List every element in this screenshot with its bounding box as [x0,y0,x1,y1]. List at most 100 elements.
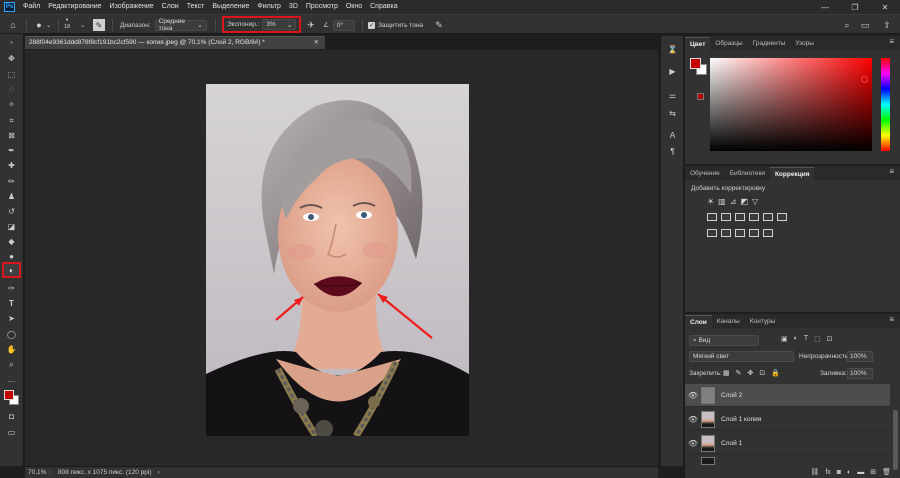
history-brush-icon[interactable]: ↺ [4,205,19,218]
menu-layers[interactable]: Слои [158,0,183,14]
out-of-gamut-swatch[interactable] [697,93,704,100]
adjust-panel-icon[interactable]: ⚌ [664,88,681,102]
curves-icon[interactable]: ⊿ [730,197,737,206]
layer-row[interactable]: 👁 Слой 2 [685,384,890,407]
tab-color[interactable]: Цвет [685,37,711,50]
frame-tool-icon[interactable]: ⊠ [4,129,19,142]
screen-mode-icon[interactable]: ▭ [4,426,19,439]
properties-panel-icon[interactable]: ⇆ [664,106,681,120]
document-tab[interactable]: 288f04e9361ddd878f8cf191bc2cf590 — копия… [25,36,325,49]
tab-channels[interactable]: Каналы [712,315,745,328]
range-select[interactable]: Средние тона ⌄ [154,18,207,32]
brush-size[interactable]: 18 [64,24,70,30]
posterize-icon[interactable] [721,229,731,237]
layer-name[interactable]: Слой 1 копия [721,416,761,423]
tab-layers[interactable]: Слои [685,315,712,328]
color-picker-marker[interactable] [861,76,868,83]
foreground-color-swatch[interactable] [4,390,14,400]
artboard-icon[interactable]: ⊡ [759,369,765,377]
delete-layer-icon[interactable]: 🗑 [882,468,891,476]
color-foreground-swatch[interactable] [690,58,701,69]
minimize-icon[interactable]: — [810,0,840,14]
lock-all-icon[interactable]: 🔒 [771,369,780,377]
type-filter-icon[interactable]: T [804,335,808,343]
threshold-icon[interactable] [735,229,745,237]
layers-scrollbar[interactable] [893,410,898,470]
share-icon[interactable]: ⇪ [880,18,894,32]
tab-gradients[interactable]: Градиенты [748,37,791,50]
gradient-map-icon[interactable] [749,229,759,237]
blend-mode-select[interactable]: Мягкий свет [689,351,794,362]
protect-tones-label[interactable]: Защитить тона [378,22,423,29]
gradient-tool-icon[interactable]: ◆ [4,235,19,248]
adjustment-filter-icon[interactable]: ◐ [794,335,798,343]
toolbar-grip-icon[interactable]: » [4,36,19,49]
protect-tones-checkbox[interactable]: ✓ [368,21,375,29]
exposure-input[interactable]: 3% ⌄ [262,19,297,30]
color-lookup-icon[interactable] [777,213,787,221]
panel-menu-icon[interactable]: ≡ [889,315,894,324]
brush-preview-icon[interactable]: • [66,17,68,24]
move-tool-icon[interactable]: ✥ [4,52,19,65]
pressure-size-icon[interactable]: ✎ [432,18,446,32]
close-tab-icon[interactable]: ✕ [314,37,319,49]
airbrush-icon[interactable]: ✈ [304,18,318,32]
maximize-icon[interactable]: ❐ [840,0,870,14]
hand-tool-icon[interactable]: ✋ [4,343,19,356]
tab-patterns[interactable]: Узоры [790,37,819,50]
menu-file[interactable]: Файл [19,0,44,14]
menu-image[interactable]: Изображение [106,0,158,14]
menu-select[interactable]: Выделение [208,0,253,14]
layer-name[interactable]: Слой 2 [721,392,742,399]
opacity-input[interactable]: 100% [847,351,873,362]
new-group-icon[interactable]: ▬ [857,469,864,476]
zoom-tool-icon[interactable]: ⌕ [4,358,19,371]
layer-row[interactable]: 👁 Слой 1 [685,432,890,455]
menu-view[interactable]: Просмотр [302,0,342,14]
canvas-area[interactable] [25,50,658,466]
menu-help[interactable]: Справка [366,0,401,14]
zoom-level[interactable]: 70,1% [25,469,50,476]
marquee-tool-icon[interactable]: ⬚ [4,68,19,81]
smart-filter-icon[interactable]: ⊡ [827,335,833,343]
color-balance-icon[interactable] [721,213,731,221]
home-icon[interactable]: ⌂ [6,18,20,32]
layer-row[interactable] [685,456,890,466]
eyedropper-tool-icon[interactable]: ✒ [4,144,19,157]
invert-icon[interactable] [707,229,717,237]
actions-panel-icon[interactable]: ▶ [664,64,681,78]
healing-brush-icon[interactable]: ✚ [4,159,19,172]
tab-paths[interactable]: Контуры [745,315,781,328]
brush-settings-icon[interactable]: ✎ [93,19,105,31]
selective-color-icon[interactable] [763,229,773,237]
workspace-icon[interactable]: ▭ [858,18,872,32]
add-mask-icon[interactable]: ◙ [837,469,841,476]
ellipse-tool-icon[interactable]: ◯ [4,328,19,341]
link-layers-icon[interactable]: ⛓ [810,468,819,476]
panel-menu-icon[interactable]: ≡ [889,167,894,176]
visibility-eye-icon[interactable]: 👁 [685,415,701,424]
tab-swatches[interactable]: Образцы [710,37,747,50]
close-icon[interactable]: ✕ [870,0,900,14]
visibility-eye-icon[interactable]: 👁 [685,439,701,448]
shape-filter-icon[interactable]: ⬚ [814,335,821,343]
pen-tool-icon[interactable]: ✑ [4,282,19,295]
menu-edit[interactable]: Редактирование [44,0,105,14]
brush-tool-icon[interactable]: ✏ [4,175,19,188]
new-layer-icon[interactable]: ⊞ [870,468,876,476]
dodge-tool-preset-icon[interactable]: ● [32,18,46,32]
crop-tool-icon[interactable]: ⌗ [4,114,19,127]
lock-position-icon[interactable]: ✥ [748,369,754,377]
layer-name[interactable]: Слой 1 [721,440,742,447]
layer-filter-select[interactable]: ⌕ Вид [689,335,759,346]
history-panel-icon[interactable]: ⌛ [664,42,681,56]
visibility-eye-icon[interactable]: 👁 [685,391,701,400]
color-field[interactable] [710,58,872,151]
eraser-tool-icon[interactable]: ◪ [4,220,19,233]
dodge-tool-icon[interactable]: ◐ [4,264,19,277]
new-adjustment-icon[interactable]: ◐ [847,469,851,476]
brightness-contrast-icon[interactable]: ☀ [707,197,714,206]
menu-type[interactable]: Текст [183,0,209,14]
menu-filter[interactable]: Фильтр [253,0,285,14]
lock-transparent-icon[interactable]: ▦ [723,369,730,377]
